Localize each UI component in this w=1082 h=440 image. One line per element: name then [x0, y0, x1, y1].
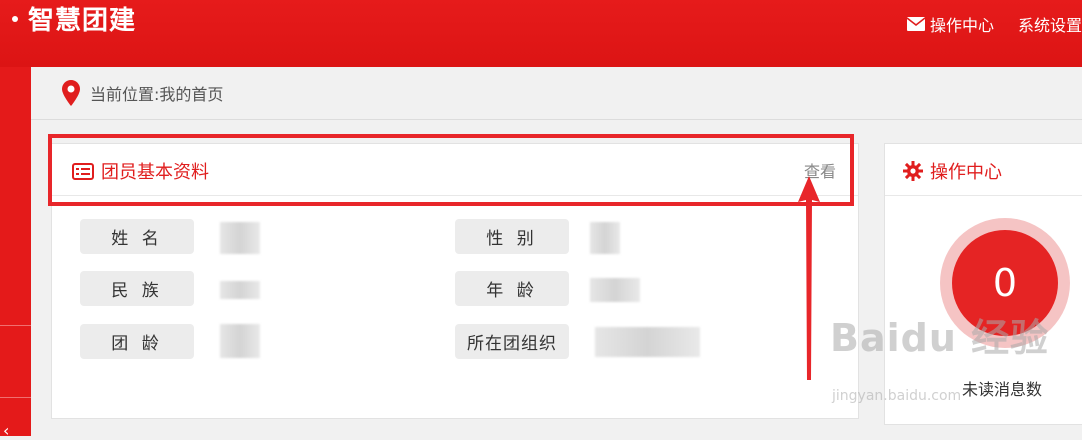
brand-title[interactable]: 智慧团建 — [12, 4, 136, 38]
profile-title: 团员基本资料 — [72, 158, 209, 184]
field-label-name: 姓 名 — [80, 219, 194, 254]
brand-text: 智慧团建 — [28, 6, 137, 36]
ops-title-text: 操作中心 — [930, 162, 1002, 183]
sidebar-divider — [0, 397, 31, 398]
nav-ops-center[interactable]: 操作中心 — [906, 12, 994, 36]
top-header: 智慧团建 操作中心 系统设置 — [0, 0, 1082, 67]
sidebar: ‹ — [0, 67, 31, 440]
nav-settings-label: 系统设置 — [1017, 16, 1082, 35]
ops-panel-header: 操作中心 — [885, 144, 1082, 196]
field-value-ethnicity-redacted — [220, 281, 260, 299]
field-value-gender-redacted — [590, 222, 620, 254]
ops-title: 操作中心 — [903, 158, 1002, 184]
top-nav: 操作中心 系统设置 — [883, 12, 1082, 36]
id-card-icon — [72, 162, 94, 180]
field-label-ethnicity: 民 族 — [80, 271, 194, 306]
location-pin-icon — [62, 80, 80, 106]
field-label-gender: 性 别 — [455, 219, 569, 254]
profile-panel-header: 团员基本资料 查看 — [52, 144, 858, 196]
gear-icon — [903, 161, 923, 181]
nav-ops-label: 操作中心 — [929, 16, 994, 35]
unread-label: 未读消息数 — [962, 380, 1043, 399]
brand-dot — [12, 15, 18, 22]
envelope-icon — [906, 17, 925, 31]
profile-title-text: 团员基本资料 — [101, 162, 209, 183]
field-value-organization-redacted — [595, 327, 700, 357]
field-label-league-age: 团 龄 — [80, 324, 194, 359]
breadcrumb: 当前位置:我的首页 — [31, 67, 1082, 120]
watermark-sub: jingyan.baidu.com — [832, 388, 962, 404]
field-value-league-age-redacted — [220, 324, 260, 358]
sidebar-divider — [0, 325, 31, 326]
chevron-left-icon[interactable]: ‹ — [3, 421, 9, 440]
baidu-watermark: Baidu 经验 jingyan.baidu.com — [830, 316, 1050, 404]
field-label-age: 年 龄 — [455, 271, 569, 306]
field-value-age-redacted — [590, 278, 640, 302]
field-value-name-redacted — [220, 222, 260, 254]
nav-settings[interactable]: 系统设置 — [1018, 12, 1082, 36]
field-label-organization: 所在团组织 — [455, 324, 569, 359]
breadcrumb-text: 当前位置:我的首页 — [90, 85, 224, 104]
annotation-arrow — [798, 176, 820, 380]
watermark-main: Baidu 经验 — [830, 316, 1050, 360]
